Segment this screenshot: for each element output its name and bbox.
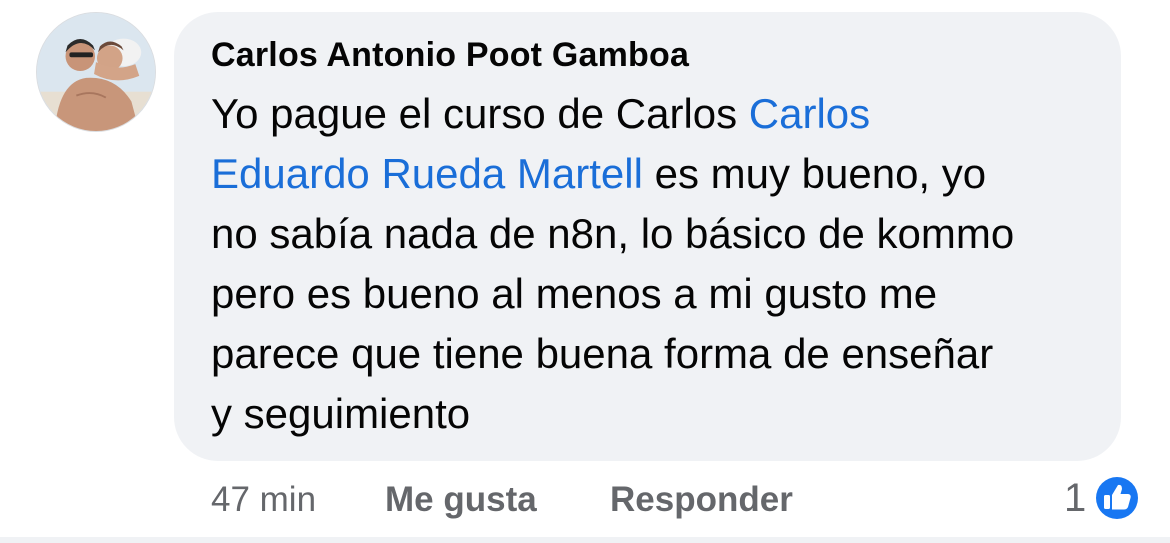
mention-link[interactable]: Eduardo Rueda Martell [211,150,643,197]
comment-line: y seguimiento [211,384,1111,444]
avatar-photo [37,13,155,131]
comment-line: pero es bueno al menos a mi gusto me [211,264,1111,324]
comment-line: Eduardo Rueda Martell es muy bueno, yo [211,144,1111,204]
comment-row: Carlos Antonio Poot Gamboa Yo pague el c… [0,0,1170,543]
author-name[interactable]: Carlos Antonio Poot Gamboa [211,36,689,75]
comment-text: Yo pague el curso de Carlos Carlos Eduar… [211,84,1111,444]
like-button[interactable]: Me gusta [385,480,537,520]
comment-line: Yo pague el curso de Carlos Carlos [211,84,1111,144]
reply-button[interactable]: Responder [610,480,793,520]
comment-line: parece que tiene buena forma de enseñar [211,324,1111,384]
text-segment: no sabía nada de n8n, lo básico de kommo [211,210,1015,257]
reaction-summary[interactable]: 1 [1064,472,1142,524]
divider [0,537,1170,543]
text-segment: Yo pague el curso de Carlos [211,90,749,137]
mention-link[interactable]: Carlos [749,90,870,137]
thumbs-up-icon [1094,475,1141,521]
timestamp-link[interactable]: 47 min [211,480,316,520]
reaction-count: 1 [1064,475,1087,520]
text-segment: pero es bueno al menos a mi gusto me [211,270,938,317]
avatar[interactable] [36,12,156,132]
text-segment: parece que tiene buena forma de enseñar [211,330,994,377]
comment-line: no sabía nada de n8n, lo básico de kommo [211,204,1111,264]
text-segment: y seguimiento [211,390,471,437]
text-segment: es muy bueno, yo [642,150,987,197]
